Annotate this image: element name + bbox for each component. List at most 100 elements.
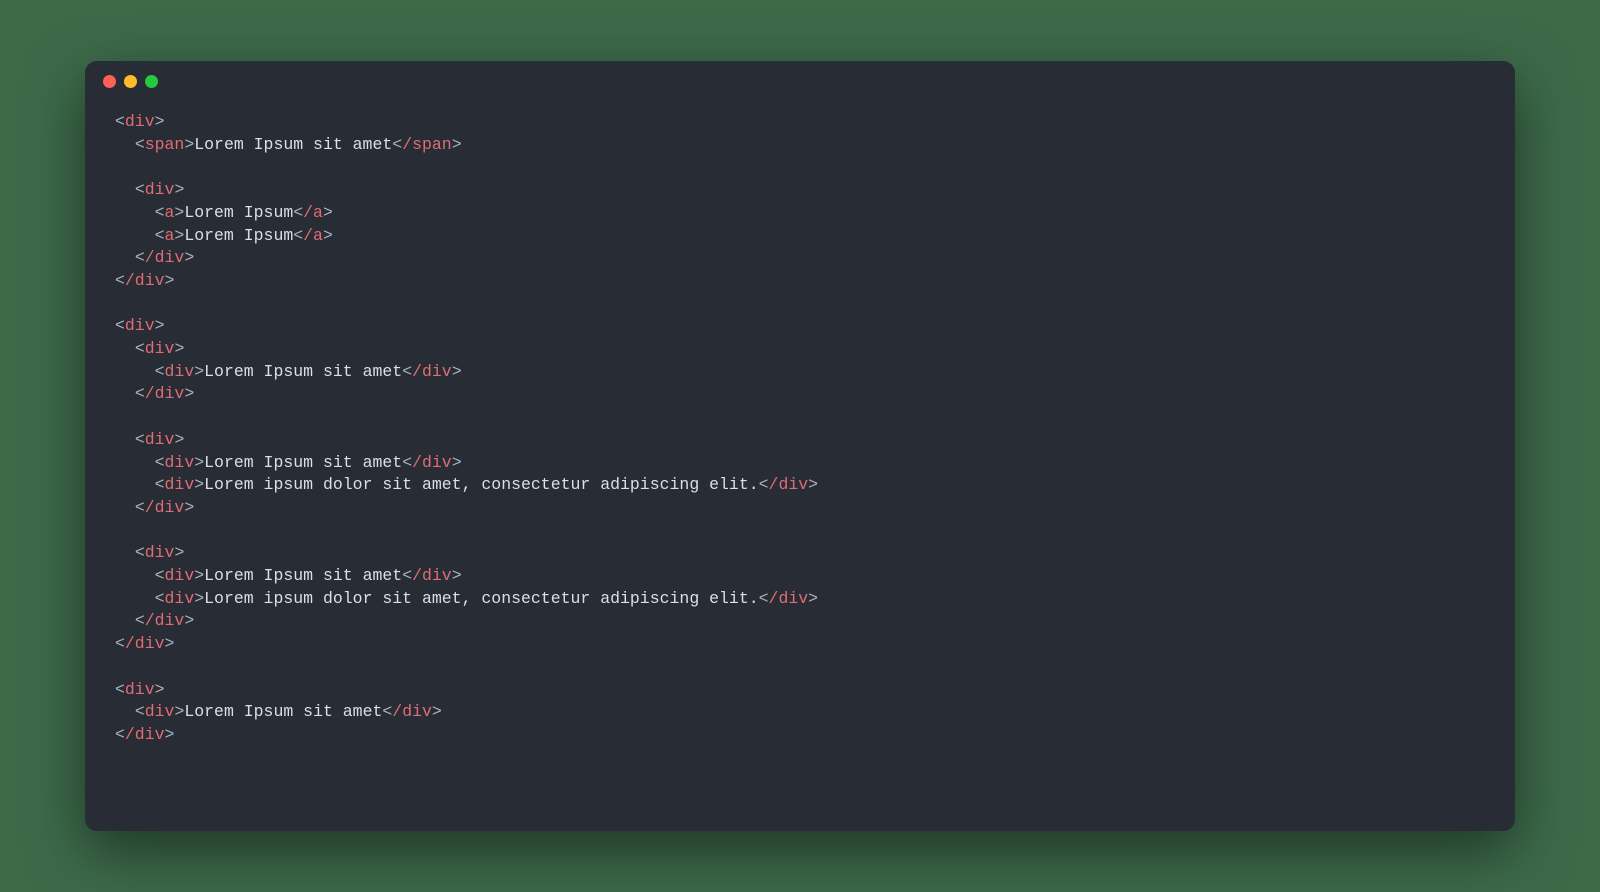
- bracket: >: [808, 589, 818, 608]
- tag-div: div: [145, 702, 175, 721]
- tag-div-close: /div: [145, 248, 185, 267]
- tag-span: span: [145, 135, 185, 154]
- tag-a-close: /a: [303, 226, 323, 245]
- bracket: >: [174, 203, 184, 222]
- bracket: >: [174, 543, 184, 562]
- bracket: >: [174, 180, 184, 199]
- bracket: >: [452, 566, 462, 585]
- maximize-button[interactable]: [145, 75, 158, 88]
- bracket: >: [184, 135, 194, 154]
- bracket: <: [115, 680, 125, 699]
- text-content: Lorem ipsum dolor sit amet, consectetur …: [204, 475, 759, 494]
- bracket: <: [115, 634, 125, 653]
- tag-span-close: /span: [402, 135, 452, 154]
- bracket: <: [135, 611, 145, 630]
- bracket: >: [155, 680, 165, 699]
- tag-div-close: /div: [145, 611, 185, 630]
- close-button[interactable]: [103, 75, 116, 88]
- bracket: >: [452, 362, 462, 381]
- bracket: >: [323, 203, 333, 222]
- bracket: <: [135, 339, 145, 358]
- tag-div: div: [145, 180, 175, 199]
- code-content[interactable]: <div> <span>Lorem Ipsum sit amet</span> …: [85, 101, 1515, 767]
- tag-div-close: /div: [125, 634, 165, 653]
- text-content: Lorem Ipsum: [184, 203, 293, 222]
- tag-div-close: /div: [392, 702, 432, 721]
- text-content: Lorem Ipsum sit amet: [184, 702, 382, 721]
- text-content: Lorem Ipsum: [184, 226, 293, 245]
- bracket: >: [174, 339, 184, 358]
- bracket: >: [184, 611, 194, 630]
- bracket: <: [402, 453, 412, 472]
- bracket: >: [184, 384, 194, 403]
- tag-div: div: [165, 362, 195, 381]
- bracket: >: [174, 226, 184, 245]
- bracket: >: [194, 362, 204, 381]
- tag-a-close: /a: [303, 203, 323, 222]
- bracket: <: [293, 226, 303, 245]
- bracket: <: [155, 203, 165, 222]
- tag-a: a: [165, 203, 175, 222]
- bracket: <: [135, 498, 145, 517]
- code-editor-window: <div> <span>Lorem Ipsum sit amet</span> …: [85, 61, 1515, 831]
- tag-div: div: [125, 680, 155, 699]
- tag-div-close: /div: [125, 725, 165, 744]
- tag-div: div: [125, 316, 155, 335]
- text-content: Lorem Ipsum sit amet: [204, 453, 402, 472]
- tag-div-close: /div: [769, 475, 809, 494]
- tag-div-close: /div: [412, 362, 452, 381]
- tag-div: div: [145, 430, 175, 449]
- bracket: <: [155, 226, 165, 245]
- bracket: >: [194, 566, 204, 585]
- tag-div: div: [145, 339, 175, 358]
- bracket: >: [165, 634, 175, 653]
- bracket: >: [165, 271, 175, 290]
- text-content: Lorem Ipsum sit amet: [194, 135, 392, 154]
- bracket: >: [808, 475, 818, 494]
- bracket: >: [194, 475, 204, 494]
- bracket: <: [402, 362, 412, 381]
- tag-div-close: /div: [412, 453, 452, 472]
- bracket: >: [184, 498, 194, 517]
- bracket: >: [452, 453, 462, 472]
- bracket: >: [155, 112, 165, 131]
- bracket: <: [155, 589, 165, 608]
- tag-div-close: /div: [145, 384, 185, 403]
- bracket: >: [174, 702, 184, 721]
- window-titlebar: [85, 61, 1515, 101]
- bracket: <: [135, 702, 145, 721]
- bracket: >: [184, 248, 194, 267]
- tag-div: div: [125, 112, 155, 131]
- tag-div: div: [145, 543, 175, 562]
- bracket: >: [194, 589, 204, 608]
- bracket: <: [392, 135, 402, 154]
- bracket: >: [323, 226, 333, 245]
- bracket: <: [135, 543, 145, 562]
- minimize-button[interactable]: [124, 75, 137, 88]
- bracket: <: [155, 453, 165, 472]
- bracket: <: [115, 316, 125, 335]
- bracket: <: [135, 135, 145, 154]
- tag-div-close: /div: [125, 271, 165, 290]
- bracket: <: [382, 702, 392, 721]
- bracket: <: [155, 362, 165, 381]
- bracket: <: [115, 112, 125, 131]
- bracket: <: [402, 566, 412, 585]
- tag-div: div: [165, 453, 195, 472]
- bracket: >: [155, 316, 165, 335]
- bracket: <: [135, 180, 145, 199]
- bracket: <: [293, 203, 303, 222]
- bracket: >: [194, 453, 204, 472]
- bracket: >: [432, 702, 442, 721]
- bracket: >: [165, 725, 175, 744]
- tag-div-close: /div: [145, 498, 185, 517]
- text-content: Lorem Ipsum sit amet: [204, 362, 402, 381]
- bracket: <: [115, 271, 125, 290]
- tag-a: a: [165, 226, 175, 245]
- tag-div: div: [165, 589, 195, 608]
- bracket: >: [174, 430, 184, 449]
- bracket: <: [759, 475, 769, 494]
- bracket: <: [135, 384, 145, 403]
- tag-div: div: [165, 566, 195, 585]
- bracket: <: [155, 475, 165, 494]
